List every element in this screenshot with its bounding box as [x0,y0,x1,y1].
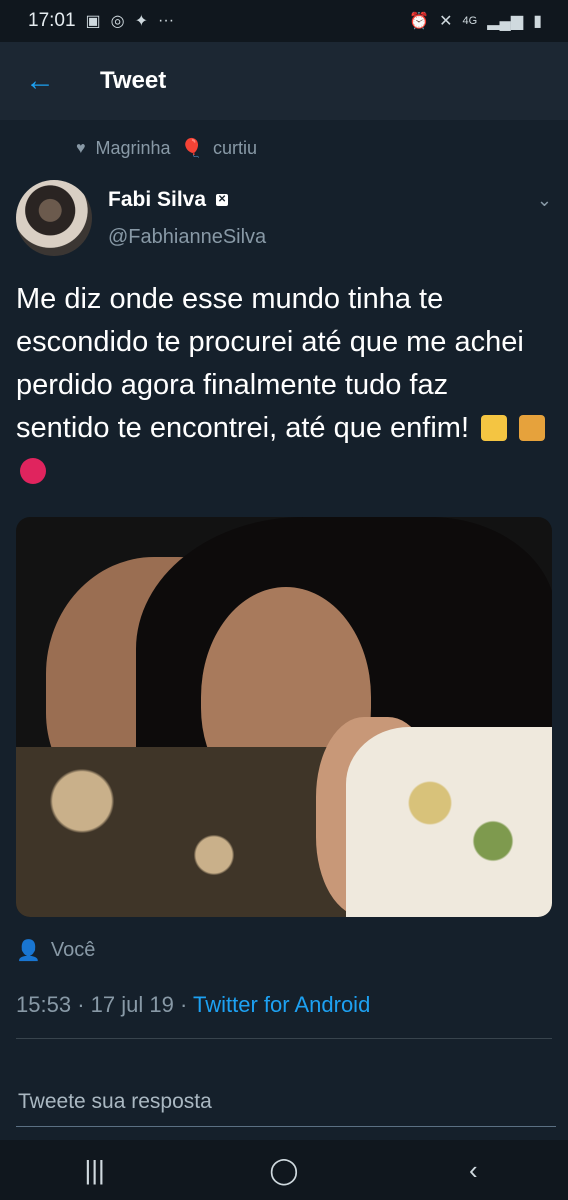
engagement-counts-cropped [16,1055,552,1063]
person-icon: 👤 [16,940,41,962]
status-time: 17:01 [28,10,76,31]
author-name[interactable]: Fabi Silva [108,188,206,212]
protected-account-icon: ✕ [216,194,229,206]
divider [16,1038,552,1039]
meta-separator: · [179,992,193,1017]
more-notifications-icon: ··· [158,12,175,29]
social-context-user[interactable]: Magrinha [96,138,171,159]
signal-icon: ▂▄▆ [487,13,524,30]
two-hearts-icon [20,458,46,484]
battery-icon: ▮ [533,13,542,30]
chevron-down-icon[interactable]: ⌄ [537,190,552,211]
back-arrow-icon[interactable]: ← [0,64,80,98]
social-context-action: curtiu [212,138,257,158]
app-bar: ← Tweet [0,42,568,120]
status-bar: 17:01 ▣ ◎ ✦ ··· ⏰ ✕ 4G ▂▄▆ ▮ [0,0,568,42]
avatar[interactable] [16,180,92,256]
photo-jacket [16,747,346,917]
audience-label: Você [50,939,96,961]
author-name-row[interactable]: Fabi Silva ✕ [108,188,229,212]
kiss-emoji-icon [519,415,546,441]
alarm-icon: ⏰ [409,13,430,30]
heart-icon: ♥ [76,139,86,157]
tweet-time: 15:53 [16,992,72,1017]
meta-separator: · [77,992,91,1017]
gallery-icon: ▣ [85,13,101,30]
twitter-icon: ✦ [134,13,149,30]
instagram-icon: ◎ [110,13,125,30]
social-context-emoji: 🎈 [180,138,203,158]
audience-row: 👤 Você [16,938,95,963]
recent-apps-icon[interactable]: ||| [55,1155,135,1186]
tweet-text-block: Me diz onde esse mundo tinha te escondid… [16,278,546,493]
tweet-date: 17 jul 19 [90,992,174,1017]
photo-dress [346,727,552,917]
mute-icon: ✕ [439,13,453,30]
reply-input[interactable] [16,1078,556,1127]
tweet-photo[interactable] [16,517,552,917]
system-nav-bar: ||| ◯ ‹ [0,1140,568,1200]
author-handle[interactable]: @FabhianneSilva [108,226,266,249]
tweet-source-link[interactable]: Twitter for Android [193,992,370,1017]
couple-emoji-icon [481,415,508,441]
back-icon[interactable]: ‹ [433,1155,513,1186]
page-title: Tweet [100,67,167,94]
social-context: ♥ Magrinha 🎈 curtiu [76,138,257,159]
network-label: 4G [462,15,478,27]
tweet-meta: 15:53 · 17 jul 19 · Twitter for Android [16,992,370,1018]
tweet-text: Me diz onde esse mundo tinha te escondid… [16,283,524,444]
reply-bar [0,1063,568,1133]
home-icon[interactable]: ◯ [244,1155,324,1186]
